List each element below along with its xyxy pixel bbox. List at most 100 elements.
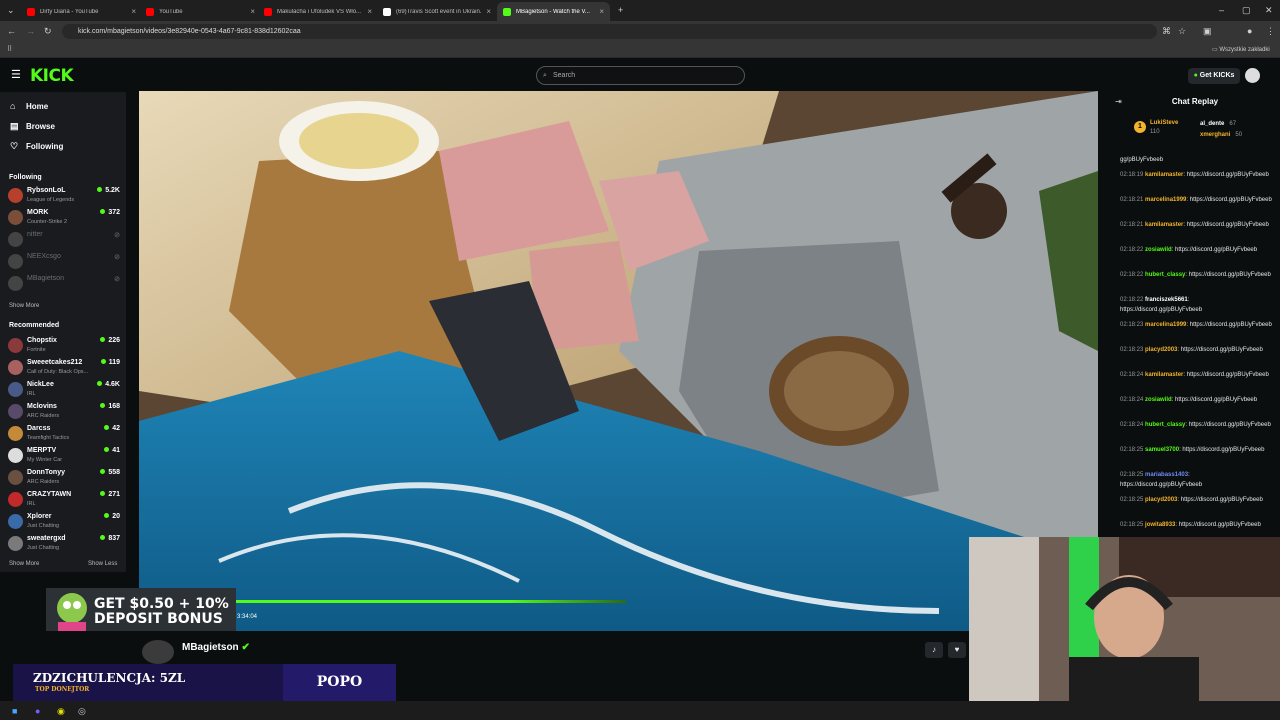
sidebar-channel[interactable]: nitter ⊘ bbox=[8, 230, 120, 252]
close-tab-icon[interactable]: × bbox=[131, 7, 136, 16]
chat-username[interactable]: kamilamaster bbox=[1145, 172, 1183, 178]
video-progress-bar[interactable] bbox=[236, 600, 626, 603]
tab-favicon-icon bbox=[146, 7, 154, 16]
show-less-recommended-button[interactable]: Show Less bbox=[88, 561, 117, 567]
streamer-name[interactable]: MBagietson ✔ bbox=[182, 642, 250, 653]
viewer-count: 5.2K bbox=[97, 187, 120, 194]
nav-home[interactable]: ⌂ Home bbox=[10, 101, 48, 111]
kick-logo[interactable]: KICK bbox=[30, 66, 74, 86]
bookmark-star-icon[interactable]: ☆ bbox=[1178, 26, 1186, 36]
top-gifter-1[interactable]: LukiSteve 110 bbox=[1150, 119, 1178, 137]
close-tab-icon[interactable]: × bbox=[486, 7, 491, 16]
chat-username[interactable]: zosiawild bbox=[1145, 247, 1172, 253]
chrome-taskbar-icon[interactable]: ◉ bbox=[57, 706, 65, 716]
live-dot-icon bbox=[100, 469, 106, 474]
hamburger-menu-icon[interactable]: ☰ bbox=[11, 70, 21, 81]
chat-message: 02:18:24 kamilamaster: https://discord.g… bbox=[1120, 372, 1269, 378]
taskbar-app-icon[interactable]: ● bbox=[35, 706, 40, 716]
chat-username[interactable]: placyd2003 bbox=[1145, 347, 1177, 353]
sidebar-channel[interactable]: Mclovins ARC Raiders 168 bbox=[8, 402, 120, 424]
browser-tab[interactable]: MBagietson - Watch the V... × bbox=[497, 2, 610, 21]
top-gifter-2[interactable]: al_dente 67 bbox=[1200, 119, 1242, 130]
kicks-coin-icon: ● bbox=[1193, 72, 1198, 79]
chat-username[interactable]: samuel3700 bbox=[1145, 447, 1179, 453]
channel-avatar bbox=[8, 276, 23, 291]
sidebar-channel[interactable]: Sweeetcakes212 Call of Duty: Black Ops...… bbox=[8, 358, 120, 380]
chat-username[interactable]: placyd2003 bbox=[1145, 497, 1177, 503]
nav-browse[interactable]: ▤ Browse bbox=[10, 121, 55, 132]
sidebar-channel[interactable]: NEEXcsgo ⊘ bbox=[8, 252, 120, 274]
url-input[interactable]: kick.com/mbagietson/videos/3e82940e-0543… bbox=[62, 24, 1157, 39]
chat-username[interactable]: hubert_classy bbox=[1145, 272, 1185, 278]
tab-search-icon[interactable]: ⌄ bbox=[7, 5, 15, 15]
chat-message: 02:18:22 franciszek5661: https://discord… bbox=[1120, 297, 1203, 313]
sidebar-channel[interactable]: Xplorer Just Chatting 20 bbox=[8, 512, 120, 534]
user-avatar[interactable] bbox=[1245, 68, 1260, 83]
notification-bell-button[interactable]: ♪ bbox=[925, 642, 943, 658]
chat-message: 02:18:21 marcelina1999: https://discord.… bbox=[1120, 197, 1272, 203]
chat-username[interactable]: kamilamaster bbox=[1145, 372, 1183, 378]
chat-username[interactable]: franciszek5661 bbox=[1145, 297, 1188, 303]
back-icon[interactable]: ← bbox=[7, 26, 16, 36]
webcam-overlay bbox=[969, 537, 1280, 713]
apps-icon[interactable]: ⠿ bbox=[7, 45, 12, 55]
tab-favicon-icon bbox=[27, 7, 35, 16]
browser-tab[interactable]: Makulacha i Ufoludek VS Wło... × bbox=[258, 2, 378, 21]
sidebar-channel[interactable]: RybsonLoL League of Legends 5.2K bbox=[8, 186, 120, 208]
close-window-icon[interactable]: ✕ bbox=[1265, 5, 1273, 15]
viewer-count: 20 bbox=[104, 513, 120, 520]
chat-username[interactable]: hubert_classy bbox=[1145, 422, 1185, 428]
heart-icon: ♡ bbox=[10, 141, 19, 151]
chat-message: 02:18:25 samuel3700: https://discord.gg/… bbox=[1120, 447, 1265, 453]
sidebar-channel[interactable]: CRAZYTAWN IRL 271 bbox=[8, 490, 120, 512]
sidebar-channel[interactable]: sweatergxd Just Chatting 837 bbox=[8, 534, 120, 556]
browser-tab[interactable]: YouTube × bbox=[140, 2, 261, 21]
nav-following[interactable]: ♡ Following bbox=[10, 141, 63, 152]
chat-username[interactable]: zosiawild bbox=[1145, 397, 1172, 403]
live-dot-icon bbox=[104, 447, 110, 452]
translate-icon[interactable]: ⌘ bbox=[1162, 26, 1171, 36]
top-gifter-3[interactable]: xmerghani 50 bbox=[1200, 130, 1242, 141]
channel-avatar bbox=[8, 188, 23, 203]
close-tab-icon[interactable]: × bbox=[367, 7, 372, 16]
sidebar-channel[interactable]: Chopstix Fortnite 226 bbox=[8, 336, 120, 358]
viewer-count: 558 bbox=[100, 469, 120, 476]
search-input[interactable]: ⌕ Search bbox=[536, 66, 745, 85]
close-tab-icon[interactable]: × bbox=[599, 7, 604, 16]
menu-dots-icon[interactable]: ⋮ bbox=[1266, 26, 1275, 36]
show-more-following-button[interactable]: Show More bbox=[9, 303, 39, 309]
browser-tab[interactable]: Dirty Diana - YouTube × bbox=[21, 2, 142, 21]
viewer-count: 42 bbox=[104, 425, 120, 432]
chat-username[interactable]: marcelina1999 bbox=[1145, 197, 1186, 203]
chat-username[interactable]: marcelina1999 bbox=[1145, 322, 1186, 328]
streamer-avatar[interactable] bbox=[142, 640, 174, 664]
sidebar-channel[interactable]: MBagietson ⊘ bbox=[8, 274, 120, 296]
viewer-count: 372 bbox=[100, 209, 120, 216]
obs-taskbar-icon[interactable]: ◎ bbox=[78, 706, 86, 716]
chat-title: Chat Replay bbox=[1171, 97, 1219, 106]
sidebar-channel[interactable]: Darcss Teamfight Tactics 42 bbox=[8, 424, 120, 446]
video-player[interactable] bbox=[139, 91, 1098, 631]
profile-icon[interactable]: ● bbox=[1247, 26, 1252, 36]
follow-button[interactable]: ♥ bbox=[948, 642, 966, 658]
all-bookmarks[interactable]: ▭ Wszystkie zakładki bbox=[1212, 46, 1270, 53]
reload-icon[interactable]: ↻ bbox=[44, 26, 52, 36]
chat-username[interactable]: mariabass1403 bbox=[1145, 472, 1188, 478]
browser-tab[interactable]: (69)Travis Scott event in Ukrain... × bbox=[377, 2, 497, 21]
minimize-icon[interactable]: – bbox=[1219, 5, 1224, 15]
show-more-recommended-button[interactable]: Show More bbox=[9, 561, 39, 567]
maximize-icon[interactable]: ▢ bbox=[1242, 5, 1251, 15]
new-tab-icon[interactable]: + bbox=[618, 5, 623, 15]
extensions-icon[interactable]: ▣ bbox=[1203, 26, 1212, 36]
get-kicks-button[interactable]: ● Get KICKs bbox=[1188, 68, 1240, 84]
close-tab-icon[interactable]: × bbox=[250, 7, 255, 16]
sidebar-channel[interactable]: MORK Counter-Strike 2 372 bbox=[8, 208, 120, 230]
sidebar-channel[interactable]: DonnTonyy ARC Raiders 558 bbox=[8, 468, 120, 490]
forward-icon[interactable]: → bbox=[26, 26, 35, 36]
chat-username[interactable]: jowita8933 bbox=[1145, 522, 1175, 528]
channel-avatar bbox=[8, 448, 23, 463]
windows-start-icon[interactable]: ■ bbox=[12, 706, 17, 716]
sidebar-channel[interactable]: NickLee IRL 4.6K bbox=[8, 380, 120, 402]
chat-username[interactable]: kamilamaster bbox=[1145, 222, 1183, 228]
sidebar-channel[interactable]: MERPTV My Winter Car 41 bbox=[8, 446, 120, 468]
